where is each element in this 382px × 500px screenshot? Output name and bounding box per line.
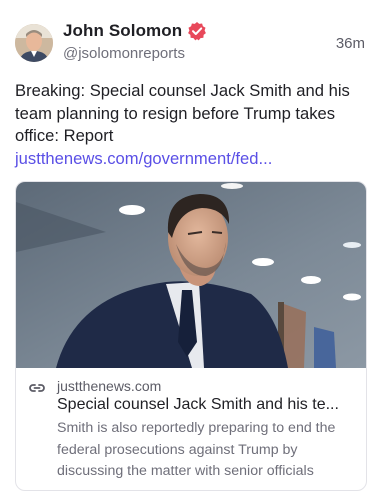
link-icon: [28, 379, 46, 397]
link-card[interactable]: justthenews.com Special counsel Jack Smi…: [15, 181, 367, 491]
post-body: Breaking: Special counsel Jack Smith and…: [15, 81, 350, 145]
link-card-footer[interactable]: justthenews.com Special counsel Jack Smi…: [16, 368, 366, 490]
verified-badge-icon: [187, 21, 207, 41]
link-card-title[interactable]: Special counsel Jack Smith and his te...: [57, 396, 357, 414]
link-card-image[interactable]: [16, 182, 366, 368]
link-card-domain: justthenews.com: [57, 378, 162, 394]
post-link[interactable]: justthenews.com/government/fed...: [15, 149, 272, 168]
post-text: Breaking: Special counsel Jack Smith and…: [15, 80, 370, 170]
avatar[interactable]: [15, 24, 53, 62]
post-timestamp[interactable]: 36m: [336, 35, 365, 52]
author-handle[interactable]: @jsolomonreports: [63, 45, 185, 62]
link-card-description: Smith is also reportedly preparing to en…: [57, 420, 336, 479]
post[interactable]: John Solomon @jsolomonreports 36m Breaki…: [0, 0, 382, 500]
avatar-image: [15, 24, 53, 62]
author-name[interactable]: John Solomon: [63, 21, 182, 41]
